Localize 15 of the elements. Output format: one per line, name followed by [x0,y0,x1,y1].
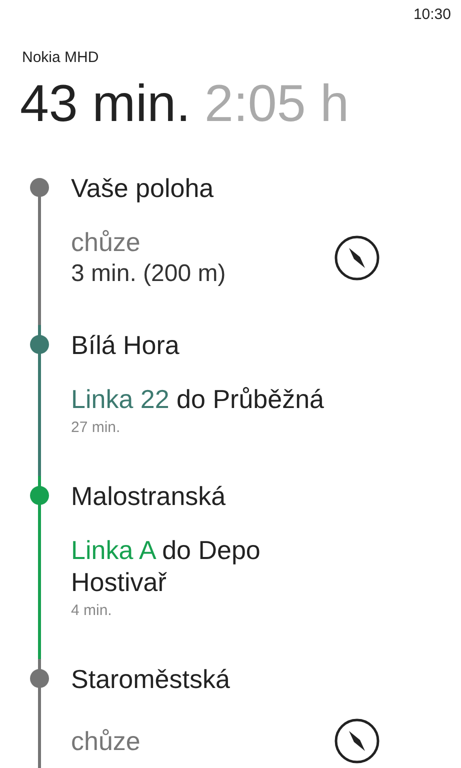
trip-duration: 43 min. [20,74,191,134]
stop-name: Vaše poloha [71,172,215,205]
walk-label: chůze [71,725,142,757]
stop-name: Bílá Hora [71,329,180,362]
ride-duration: 27 min. [71,418,122,438]
stop-name: Malostranská [71,480,227,513]
ride-duration: 4 min. [71,601,113,621]
app-title: Nokia MHD [22,49,100,66]
transit-line-text: Linka 22 do Průběžná [71,383,325,415]
transit-line-text: Linka A do Depo Hostivař [71,534,262,598]
walk-label: chůze [71,226,142,258]
status-time: 10:30 [413,6,451,23]
arrival-time: 2:05 h [204,74,350,134]
stop-name: Staroměstská [71,663,231,696]
walk-detail: 3 min. (200 m) [71,259,227,289]
